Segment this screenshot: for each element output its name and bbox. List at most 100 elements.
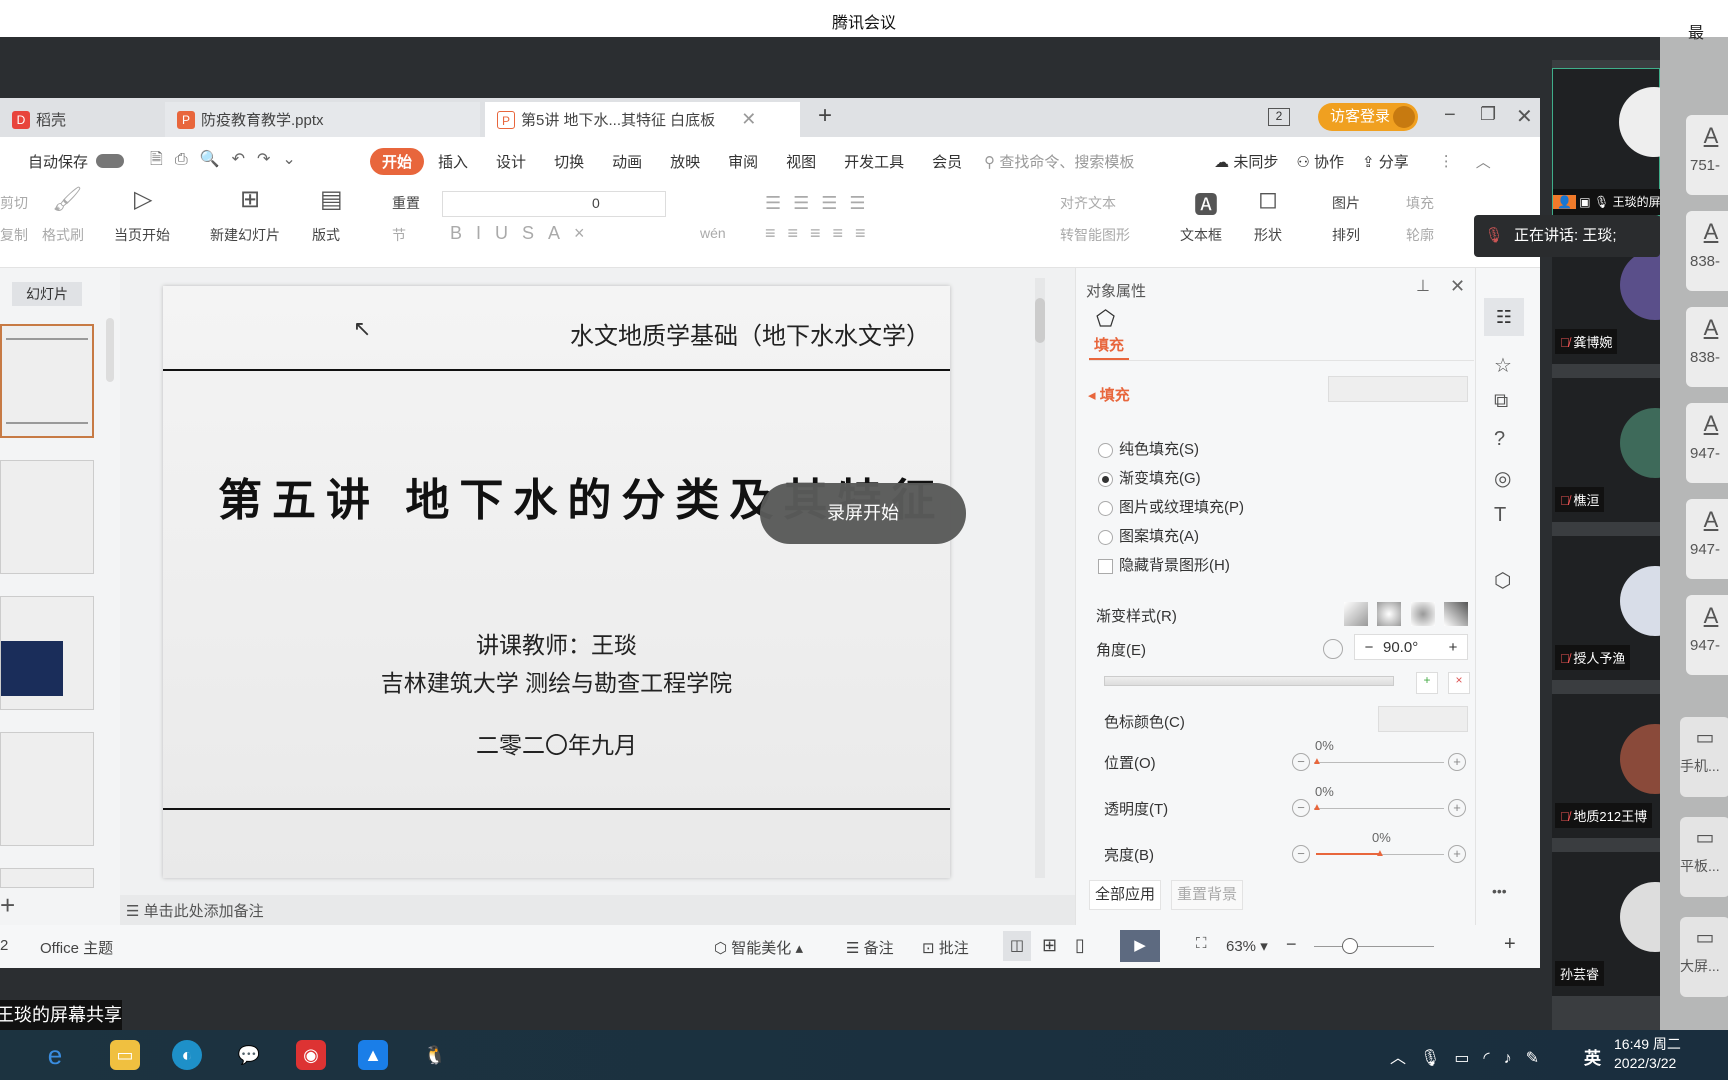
textbox-button[interactable]: 文本框 bbox=[1180, 225, 1222, 245]
align-text-button[interactable]: 对齐文本 bbox=[1060, 193, 1116, 213]
notes-button[interactable]: ☰ 备注 bbox=[846, 937, 894, 958]
participant-tile[interactable]: 👤 ▣ 🎙 王琰的屏幕共享 bbox=[1552, 68, 1689, 216]
increment-button[interactable]: + bbox=[1439, 639, 1467, 656]
slide-thumbnail-2[interactable] bbox=[0, 460, 94, 574]
gradient-style-path[interactable] bbox=[1444, 602, 1468, 626]
option-pattern-fill[interactable]: 图案填充(A) bbox=[1098, 525, 1199, 546]
clock-time[interactable]: 16:49 周二 bbox=[1614, 1034, 1681, 1054]
device-item[interactable]: ▭ 大屏... bbox=[1680, 917, 1728, 997]
star-icon[interactable]: ☆ bbox=[1494, 353, 1512, 378]
clock-date[interactable]: 2022/3/22 bbox=[1614, 1055, 1676, 1071]
align-icons[interactable]: ≡≡≡≡≡ bbox=[765, 223, 878, 244]
brightness-plus[interactable]: + bbox=[1448, 845, 1466, 863]
overlay-item[interactable]: A 947- bbox=[1686, 499, 1728, 579]
participant-tile[interactable]: 孙芸睿 bbox=[1552, 852, 1690, 1002]
copy-button[interactable]: 复制 bbox=[0, 225, 28, 245]
tab-fangyi[interactable]: P 防疫教育教学.pptx bbox=[165, 102, 480, 137]
menu-review[interactable]: 审阅 bbox=[714, 151, 772, 172]
play-slideshow-button[interactable]: ▶ bbox=[1120, 930, 1160, 962]
layout-button[interactable]: 版式 bbox=[312, 225, 340, 245]
text-format-icons[interactable]: BIUSA× bbox=[450, 223, 599, 244]
comment-button[interactable]: ⊡ 批注 bbox=[922, 937, 969, 958]
outline-button[interactable]: 轮廓 bbox=[1406, 225, 1434, 245]
cut-button[interactable]: 剪切 bbox=[0, 193, 28, 213]
more-icon[interactable]: ⋮ bbox=[1439, 152, 1454, 170]
radio-button[interactable] bbox=[1098, 529, 1113, 545]
position-slider[interactable] bbox=[1314, 762, 1444, 763]
fill-section-header[interactable]: ◂ 填充 bbox=[1088, 384, 1130, 405]
qq-icon[interactable]: 🐧 bbox=[420, 1040, 450, 1070]
option-solid-fill[interactable]: 纯色填充(S) bbox=[1098, 438, 1199, 459]
play-current-button[interactable]: 当页开始 bbox=[114, 225, 170, 245]
new-tab-button[interactable]: + bbox=[818, 102, 832, 130]
slide-thumbnail-3[interactable] bbox=[0, 596, 94, 710]
font-name-select[interactable] bbox=[442, 191, 666, 217]
stop-color-dropdown[interactable] bbox=[1378, 706, 1468, 732]
option-picture-fill[interactable]: 图片或纹理填充(P) bbox=[1098, 496, 1244, 517]
participant-tile[interactable]: 🎙̸ 授人予渔 bbox=[1552, 536, 1690, 686]
more-icon[interactable]: ••• bbox=[1492, 883, 1507, 899]
pin-icon[interactable]: ⊥ bbox=[1416, 276, 1430, 296]
text-icon[interactable]: T bbox=[1494, 504, 1506, 527]
zoom-slider-handle[interactable] bbox=[1342, 938, 1358, 954]
share-button[interactable]: ⇪ 分享 bbox=[1362, 151, 1409, 172]
participant-tile[interactable]: 🎙̸ 地质212王博 bbox=[1552, 694, 1690, 844]
zoom-in-button[interactable]: + bbox=[1504, 933, 1516, 956]
menu-transition[interactable]: 切换 bbox=[540, 151, 598, 172]
file-explorer-icon[interactable]: ▭ bbox=[110, 1040, 140, 1070]
paragraph-icons[interactable]: ☰☰☰☰ bbox=[765, 193, 878, 214]
tab-daoke[interactable]: D 稻壳 bbox=[0, 102, 160, 137]
remove-stop-icon[interactable]: × bbox=[1448, 672, 1470, 694]
menu-view[interactable]: 视图 bbox=[772, 151, 830, 172]
option-gradient-fill[interactable]: 渐变填充(G) bbox=[1098, 467, 1201, 488]
search-command[interactable]: ⚲ 查找命令、搜索模板 bbox=[984, 151, 1184, 172]
gradient-style-radial[interactable] bbox=[1377, 602, 1401, 626]
slide[interactable]: 水文地质学基础（地下水水文学） 第五讲 地下水的分类及其特征 讲课教师：王琰 吉… bbox=[163, 286, 950, 878]
brightness-handle[interactable]: ▲ bbox=[1375, 848, 1385, 859]
reset-button[interactable]: 重置 bbox=[392, 193, 420, 213]
device-item[interactable]: ▭ 手机... bbox=[1680, 717, 1728, 797]
arrange-button[interactable]: 排列 bbox=[1332, 225, 1360, 245]
close-window-button[interactable]: ✕ bbox=[1516, 104, 1533, 129]
zoom-slider[interactable] bbox=[1314, 946, 1434, 947]
hide-bg-checkbox[interactable]: 隐藏背景图形(H) bbox=[1098, 554, 1230, 575]
transition-icon[interactable]: ⧉ bbox=[1494, 390, 1508, 413]
gradient-style-rect[interactable] bbox=[1411, 602, 1435, 626]
section-button[interactable]: 节 bbox=[392, 225, 406, 245]
angle-value[interactable]: 90.0° bbox=[1383, 639, 1439, 656]
brightness-minus[interactable]: − bbox=[1292, 845, 1310, 863]
reading-view-icon[interactable]: ▯ bbox=[1075, 935, 1085, 956]
menu-slideshow[interactable]: 放映 bbox=[656, 151, 714, 172]
transparency-plus[interactable]: + bbox=[1448, 799, 1466, 817]
slide-thumbnail-5[interactable] bbox=[0, 868, 94, 888]
slide-thumbnail-1[interactable] bbox=[0, 324, 94, 438]
maximize-button[interactable]: ❐ bbox=[1480, 104, 1496, 125]
collapse-ribbon-icon[interactable]: ︿ bbox=[1476, 151, 1491, 172]
quick-access-icons[interactable]: 🗎⎙🔍↶↷⌄ bbox=[150, 148, 370, 175]
sorter-view-icon[interactable]: ⊞ bbox=[1042, 935, 1057, 956]
transparency-handle[interactable]: ▲ bbox=[1312, 802, 1322, 813]
ime-indicator[interactable]: 英 bbox=[1584, 1044, 1601, 1069]
menu-home[interactable]: 开始 bbox=[370, 147, 425, 175]
properties-icon[interactable]: ☷ bbox=[1484, 298, 1524, 336]
fill-button[interactable]: 填充 bbox=[1406, 193, 1434, 213]
add-slide-button[interactable]: + bbox=[0, 890, 15, 921]
new-slide-button[interactable]: 新建幻灯片 bbox=[210, 225, 280, 245]
notes-bar[interactable]: ☰ 单击此处添加备注 bbox=[120, 895, 1075, 925]
close-icon[interactable]: ✕ bbox=[741, 109, 756, 130]
overlay-item[interactable]: A 947- bbox=[1686, 403, 1728, 483]
transparency-slider[interactable] bbox=[1314, 808, 1444, 809]
tab-active-lecture[interactable]: P 第5讲 地下水...其特征 白底板 ✕ bbox=[485, 102, 800, 137]
collab-button[interactable]: ⚇ 协作 bbox=[1296, 151, 1344, 172]
help-icon[interactable]: ? bbox=[1494, 428, 1505, 451]
gradient-style-linear[interactable] bbox=[1344, 602, 1368, 626]
pinyin-button[interactable]: wén bbox=[700, 225, 726, 241]
reset-background-button[interactable]: 重置背景 bbox=[1171, 880, 1243, 910]
overlay-item[interactable]: A 947- bbox=[1686, 595, 1728, 675]
add-stop-icon[interactable]: + bbox=[1416, 672, 1438, 694]
angle-dial[interactable] bbox=[1323, 639, 1343, 659]
sync-button[interactable]: ☁ 未同步 bbox=[1214, 151, 1278, 172]
ie-icon[interactable]: e bbox=[40, 1040, 70, 1070]
tray-icons[interactable]: ︿🎙▭◜♪✎ bbox=[1390, 1044, 1553, 1068]
menu-animation[interactable]: 动画 bbox=[598, 151, 656, 172]
